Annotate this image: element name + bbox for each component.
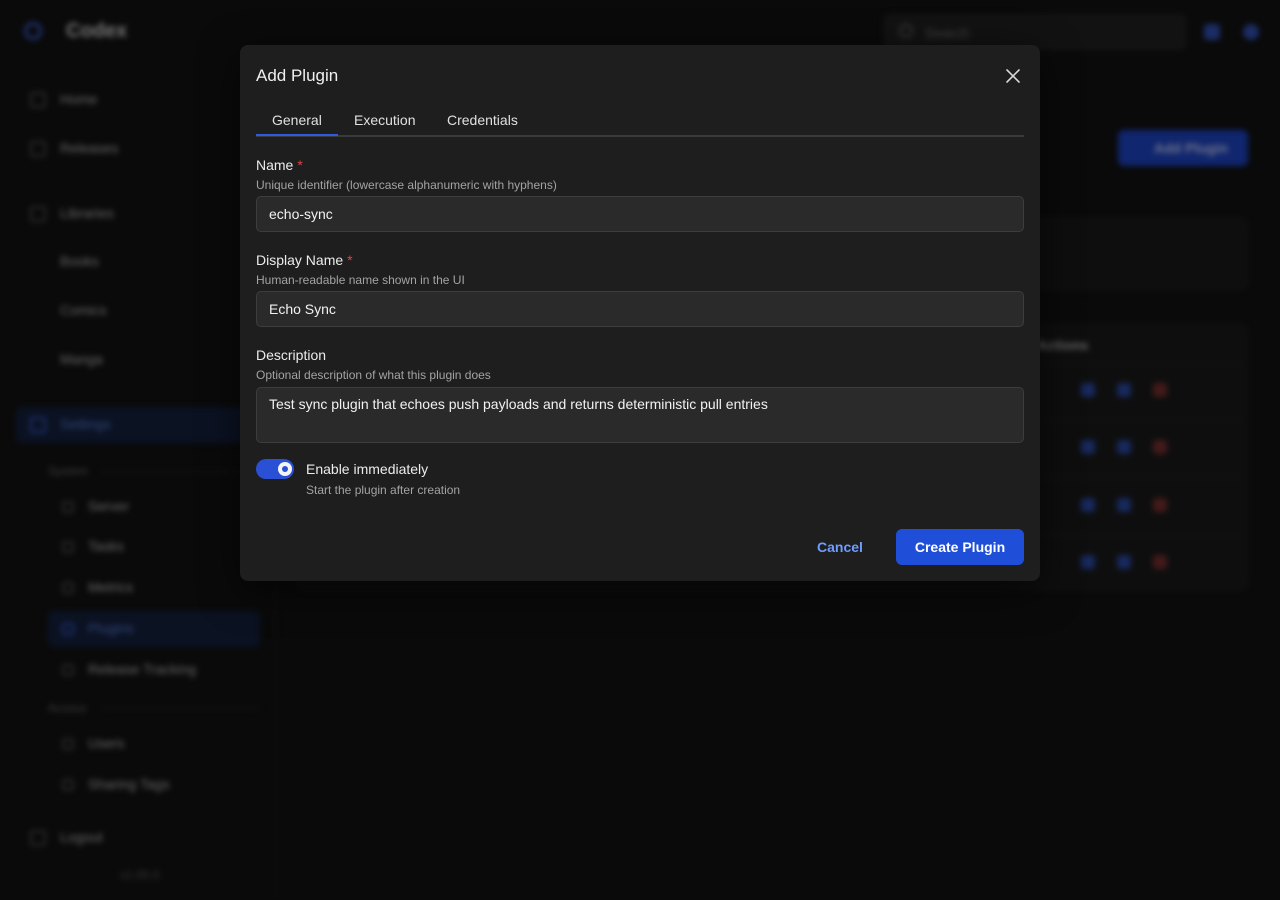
tab-general[interactable]: General	[272, 112, 322, 128]
toggle-knob	[278, 462, 292, 476]
close-icon	[1006, 69, 1020, 83]
name-input[interactable]	[256, 196, 1024, 232]
create-plugin-button[interactable]: Create Plugin	[896, 529, 1024, 565]
tab-execution[interactable]: Execution	[354, 112, 415, 128]
enable-immediately-help: Start the plugin after creation	[306, 483, 461, 497]
description-textarea[interactable]: Test sync plugin that echoes push payloa…	[256, 387, 1024, 443]
name-label-text: Name	[256, 157, 294, 173]
tab-credentials[interactable]: Credentials	[447, 112, 518, 128]
enable-immediately-toggle[interactable]	[256, 459, 294, 479]
cancel-button[interactable]: Cancel	[796, 529, 884, 565]
required-mark: *	[297, 157, 303, 173]
name-help: Unique identifier (lowercase alphanumeri…	[256, 178, 557, 192]
description-help: Optional description of what this plugin…	[256, 368, 491, 382]
display-name-label: Display Name *	[256, 252, 353, 268]
required-mark: *	[347, 252, 353, 268]
active-tab-indicator	[256, 134, 338, 136]
display-name-label-text: Display Name	[256, 252, 344, 268]
close-button[interactable]	[1002, 65, 1024, 87]
display-name-help: Human-readable name shown in the UI	[256, 273, 465, 287]
add-plugin-dialog: Add Plugin General Execution Credentials…	[240, 45, 1040, 581]
description-label: Description	[256, 347, 327, 363]
dialog-tabs: General Execution Credentials	[256, 103, 1024, 137]
name-label: Name *	[256, 157, 303, 173]
display-name-input[interactable]	[256, 291, 1024, 327]
dialog-title: Add Plugin	[256, 66, 339, 85]
enable-immediately-label: Enable immediately	[306, 461, 429, 477]
